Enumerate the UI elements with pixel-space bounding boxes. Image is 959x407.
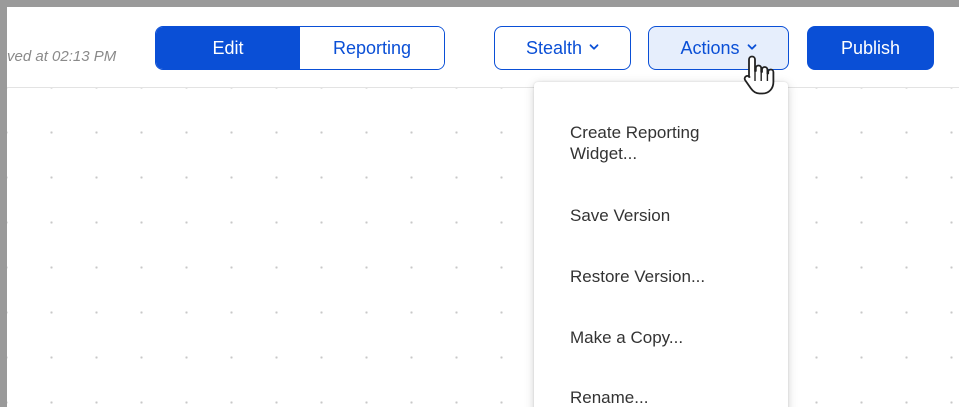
menu-item-restore-version[interactable]: Restore Version... <box>570 266 770 287</box>
stealth-button-label: Stealth <box>525 37 583 58</box>
actions-button-label: Actions <box>680 37 740 58</box>
tab-reporting-label: Reporting <box>332 37 412 58</box>
chevron-down-icon <box>589 42 599 52</box>
chevron-down-icon <box>747 42 757 52</box>
menu-item-save-version[interactable]: Save Version <box>570 205 770 226</box>
hand-pointer-icon <box>742 54 776 96</box>
app-frame: ved at 02:13 PM Edit Reporting Stealth A… <box>0 0 959 407</box>
menu-item-rename[interactable]: Rename... <box>570 387 770 407</box>
stealth-button[interactable]: Stealth <box>494 26 631 70</box>
menu-item-make-a-copy[interactable]: Make a Copy... <box>570 327 770 348</box>
tab-edit[interactable]: Edit <box>156 27 300 69</box>
dotted-canvas[interactable] <box>7 88 959 407</box>
menu-item-create-reporting-widget[interactable]: Create Reporting Widget... <box>570 122 770 164</box>
top-toolbar: ved at 02:13 PM Edit Reporting Stealth A… <box>7 7 959 88</box>
publish-button-label: Publish <box>840 37 901 58</box>
saved-status: ved at 02:13 PM <box>7 48 117 65</box>
actions-dropdown-menu: Create Reporting Widget... Save Version … <box>534 82 788 407</box>
mode-toggle: Edit Reporting <box>155 26 445 70</box>
tab-reporting[interactable]: Reporting <box>300 27 444 69</box>
publish-button[interactable]: Publish <box>807 26 934 70</box>
window-border-top <box>0 0 959 7</box>
window-border-left <box>0 0 7 407</box>
tab-edit-label: Edit <box>212 37 244 58</box>
